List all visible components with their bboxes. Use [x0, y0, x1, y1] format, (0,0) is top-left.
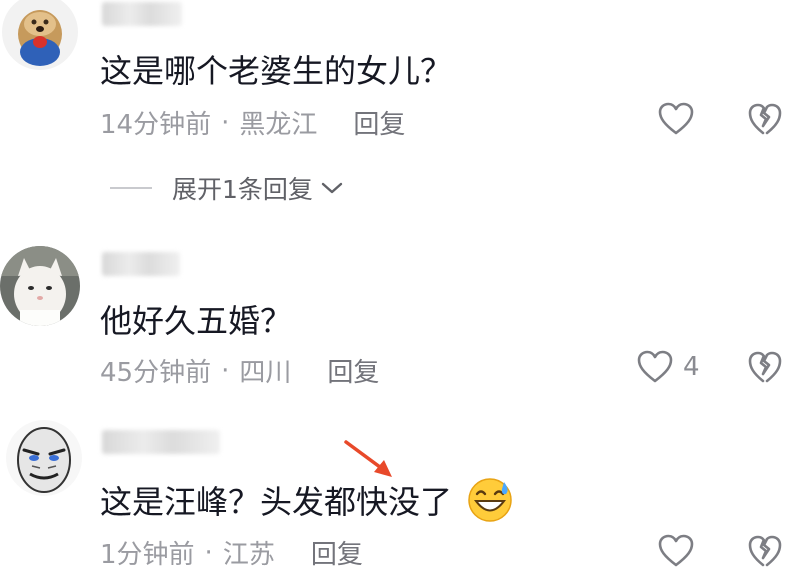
divider [110, 187, 152, 189]
heart-outline-icon [637, 350, 673, 383]
heart-outline-icon [658, 534, 694, 567]
username[interactable] [102, 2, 182, 26]
comment-text: 他好久五婚？ [100, 302, 293, 340]
heart-outline-icon [658, 102, 694, 135]
dislike-button[interactable] [748, 534, 782, 572]
like-button[interactable] [658, 534, 704, 568]
separator: · [221, 107, 230, 138]
comment-text: 这是汪峰？头发都快没了 [100, 476, 514, 532]
separator: · [204, 537, 213, 568]
expand-replies-button[interactable]: 展开1条回复 [110, 170, 343, 206]
like-button[interactable] [658, 102, 704, 136]
comment-meta: 1分钟前 · 江苏 回复 [100, 534, 363, 571]
broken-heart-icon [748, 351, 782, 383]
comment-time: 14分钟前 [100, 110, 212, 140]
annotation-arrow-icon [344, 440, 392, 477]
like-count: 4 [683, 352, 700, 382]
reply-button[interactable]: 回复 [353, 104, 405, 141]
broken-heart-icon [748, 535, 782, 567]
broken-heart-icon [748, 103, 782, 135]
separator: · [221, 355, 230, 386]
comment-meta: 45分钟前 · 四川 回复 [100, 352, 379, 389]
grinning-sweat-emoji-icon [466, 476, 514, 532]
username[interactable] [102, 430, 220, 454]
comment-time: 1分钟前 [100, 540, 195, 570]
comment-location: 四川 [239, 358, 292, 388]
comment-text: 这是哪个老婆生的女儿？ [100, 52, 453, 90]
expand-replies-label: 展开1条回复 [172, 175, 313, 204]
chevron-down-icon [321, 182, 343, 194]
avatar[interactable] [0, 246, 80, 326]
avatar[interactable] [6, 420, 82, 496]
reply-button[interactable]: 回复 [311, 534, 363, 571]
dislike-button[interactable] [748, 102, 782, 140]
comment-time: 45分钟前 [100, 358, 212, 388]
avatar[interactable] [2, 0, 78, 70]
comment-location: 江苏 [222, 540, 275, 570]
username[interactable] [102, 252, 180, 276]
comment-text-content: 这是汪峰？头发都快没了 [100, 483, 453, 521]
comment-location: 黑龙江 [239, 110, 318, 140]
reply-button[interactable]: 回复 [327, 352, 379, 389]
comment-meta: 14分钟前 · 黑龙江 回复 [100, 104, 405, 141]
dislike-button[interactable] [748, 350, 782, 388]
like-button[interactable]: 4 [637, 350, 700, 384]
